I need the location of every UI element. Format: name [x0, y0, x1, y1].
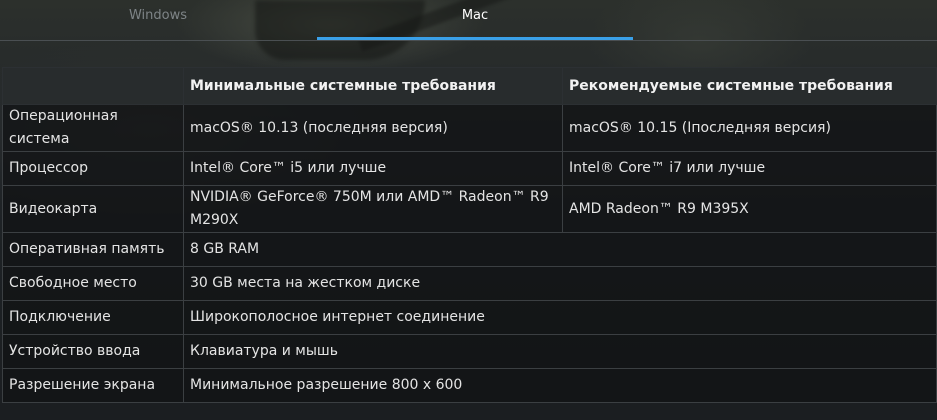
table-row-input: Устройство ввода Клавиатура и мышь — [2, 334, 937, 369]
cpu-recommended: Intel® Core™ i7 или лучше — [562, 151, 937, 186]
gpu-recommended: AMD Radeon™ R9 M395X — [562, 185, 937, 233]
row-label-network: Подключение — [2, 300, 184, 335]
gpu-minimum: NVIDIA® GeForce® 750M или AMD™ Radeon™ R… — [183, 185, 563, 233]
header-param — [2, 67, 184, 105]
row-label-resolution: Разрешение экрана — [2, 368, 184, 403]
table-row-storage: Свободное место 30 GB места на жестком д… — [2, 266, 937, 301]
tab-windows[interactable]: Windows — [0, 0, 316, 38]
table-row-gpu: Видеокарта NVIDIA® GeForce® 750M или AMD… — [2, 185, 937, 233]
header-recommended: Рекомендуемые системные требования — [562, 67, 937, 105]
storage-value: 30 GB места на жестком диске — [183, 266, 937, 301]
resolution-value: Минимальное разрешение 800 x 600 — [183, 368, 937, 403]
row-label-input: Устройство ввода — [2, 334, 184, 369]
table-row-network: Подключение Широкополосное интернет соед… — [2, 300, 937, 335]
row-label-ram: Оперативная память — [2, 232, 184, 267]
input-value: Клавиатура и мышь — [183, 334, 937, 369]
row-label-storage: Свободное место — [2, 266, 184, 301]
cpu-minimum: Intel® Core™ i5 или лучше — [183, 151, 563, 186]
table-row-cpu: Процессор Intel® Core™ i5 или лучше Inte… — [2, 151, 937, 186]
header-minimum: Минимальные системные требования — [183, 67, 563, 105]
os-minimum: macOS® 10.13 (последняя версия) — [183, 104, 563, 152]
row-label-cpu: Процессор — [2, 151, 184, 186]
tab-mac[interactable]: Mac — [317, 0, 633, 38]
network-value: Широкополосное интернет соединение — [183, 300, 937, 335]
ram-value: 8 GB RAM — [183, 232, 937, 267]
system-requirements-table: Минимальные системные требования Рекомен… — [2, 67, 937, 403]
row-label-gpu: Видеокарта — [2, 185, 184, 233]
platform-tabs: Windows Mac — [0, 0, 937, 41]
os-recommended: macOS® 10.15 (Iпоследняя версия) — [562, 104, 937, 152]
table-row-os: Операционная система macOS® 10.13 (после… — [2, 104, 937, 152]
table-row-resolution: Разрешение экрана Минимальное разрешение… — [2, 368, 937, 403]
active-tab-indicator — [317, 37, 633, 40]
table-row-ram: Оперативная память 8 GB RAM — [2, 232, 937, 267]
table-header-row: Минимальные системные требования Рекомен… — [2, 67, 937, 105]
row-label-os: Операционная система — [2, 104, 184, 152]
